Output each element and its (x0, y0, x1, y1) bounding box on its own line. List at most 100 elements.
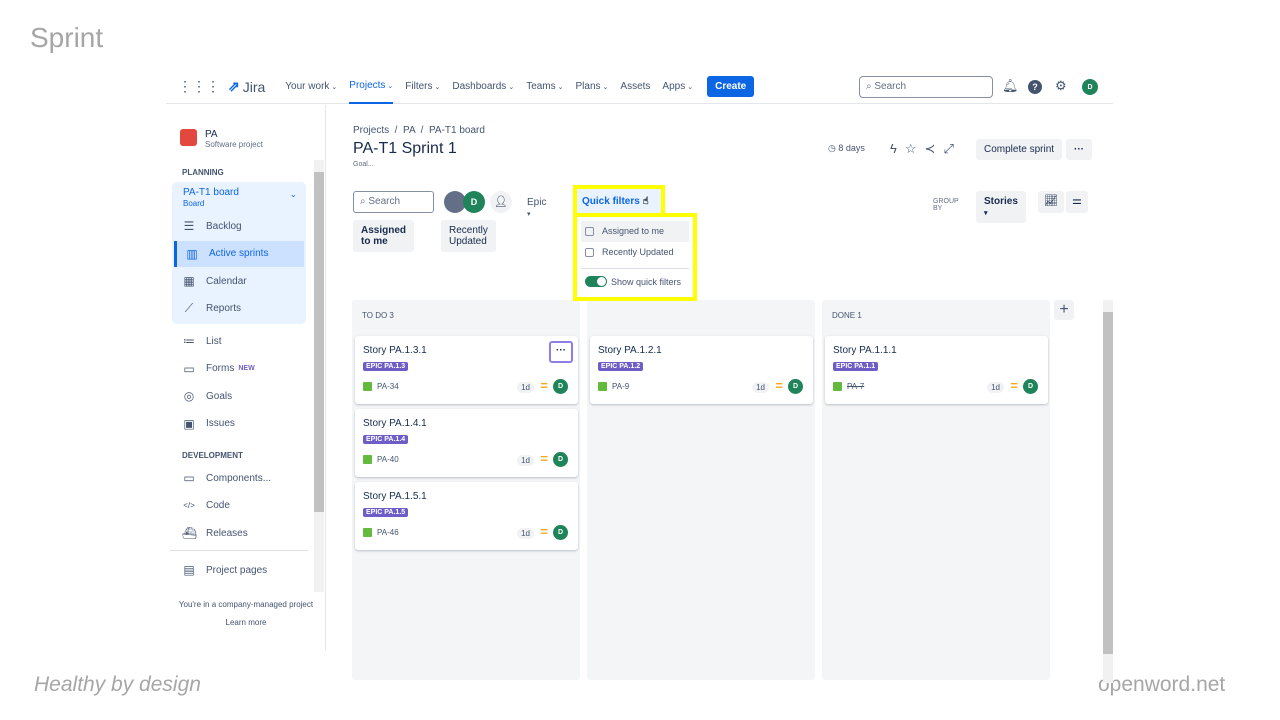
jira-logo[interactable]: ⇗ Jira (228, 78, 265, 95)
issue-card[interactable]: Story PA.1.3.1 EPIC PA.1.3 PA-34 1d = D ··· (355, 336, 578, 404)
issue-card[interactable]: Story PA.1.1.1 EPIC PA.1.1 PA-7 1d = D (825, 336, 1048, 404)
add-people-icon[interactable]: 👤︎ (490, 191, 512, 213)
sidebar-item-list[interactable]: ≔ List (174, 328, 304, 354)
sidebar-item-goals[interactable]: ◎ Goals (174, 383, 304, 409)
sidebar-item-releases[interactable]: ⛴ Releases (174, 520, 304, 546)
planning-heading: PLANNING (182, 168, 224, 177)
divider (170, 550, 308, 551)
notifications-icon[interactable]: 🔔︎ (1002, 78, 1019, 94)
add-column-button[interactable]: + (1054, 300, 1074, 320)
estimate-badge: 1d (987, 382, 1004, 393)
nav-your-work[interactable]: Your work ⌄ (285, 70, 337, 104)
company-managed-note: You're in a company-managed project (178, 600, 314, 609)
issue-key[interactable]: PA-40 (377, 455, 399, 464)
fullscreen-icon[interactable]: ⤢ (943, 141, 953, 157)
sidebar-item-issues[interactable]: ▣ Issues (174, 411, 304, 437)
board-search-input[interactable]: ⌕ Search (353, 191, 434, 213)
nav-projects[interactable]: Projects ⌄ (349, 70, 394, 104)
create-button[interactable]: Create (707, 76, 755, 97)
help-icon[interactable]: ? (1028, 80, 1042, 94)
dropdown-option-assigned-to-me[interactable]: Assigned to me (581, 221, 689, 242)
estimate-badge: 1d (752, 382, 769, 393)
issue-card[interactable]: Story PA.1.5.1 EPIC PA.1.5 PA-46 1d = D (355, 482, 578, 550)
assignee-avatar[interactable]: D (553, 525, 568, 540)
assignee-avatar[interactable]: D (553, 452, 568, 467)
chevron-down-icon: ⌄ (331, 83, 338, 91)
toggle-switch[interactable] (585, 276, 607, 287)
chip-recently-updated[interactable]: Recently Updated (441, 220, 496, 252)
board-scrollbar[interactable] (1103, 300, 1113, 683)
issue-key[interactable]: PA-7 (847, 382, 864, 391)
chevron-down-icon: ⌄ (508, 83, 515, 91)
sidebar-item-components[interactable]: ▭ Components... (174, 465, 304, 491)
breadcrumb: Projects / PA / PA-T1 board (353, 125, 485, 136)
assignee-avatar[interactable]: D (788, 379, 803, 394)
automation-icon[interactable]: ϟ (890, 141, 897, 157)
learn-more-link[interactable]: Learn more (166, 618, 326, 627)
user-filter-avatar[interactable]: D (463, 191, 485, 213)
chevron-down-icon[interactable]: ⌄ (290, 190, 297, 199)
card-more-button[interactable]: ··· (549, 341, 573, 363)
star-icon[interactable]: ☆ (905, 141, 917, 157)
show-quick-filters-toggle[interactable]: Show quick filters (585, 276, 681, 287)
priority-medium-icon: = (540, 451, 548, 466)
sidebar-item-code[interactable]: </> Code (174, 493, 304, 519)
sidebar-item-active-sprints[interactable]: ▥ Active sprints (174, 240, 304, 267)
more-actions-button[interactable]: ··· (1066, 139, 1092, 160)
sidebar-item-calendar[interactable]: ▦ Calendar (174, 268, 304, 294)
sidebar-item-project-pages[interactable]: ▤ Project pages (174, 557, 304, 583)
sidebar-scrollbar[interactable] (314, 160, 324, 592)
priority-medium-icon: = (1010, 378, 1018, 393)
nav-teams[interactable]: Teams ⌄ (526, 70, 563, 104)
page-icon: ▤ (183, 563, 195, 577)
assignee-avatar[interactable]: D (553, 379, 568, 394)
nav-assets[interactable]: Assets (620, 70, 650, 104)
global-search-input[interactable]: ⌕ Search (859, 76, 993, 98)
sidebar-item-backlog[interactable]: ☰ Backlog (174, 213, 304, 239)
project-name[interactable]: PA (205, 129, 218, 140)
chip-assigned-to-me[interactable]: Assigned to me (353, 220, 415, 252)
epic-filter-dropdown[interactable]: Epic ▾ (527, 197, 546, 219)
breadcrumb-board[interactable]: PA-T1 board (429, 125, 485, 136)
issue-card[interactable]: Story PA.1.2.1 EPIC PA.1.2 PA-9 1d = D (590, 336, 813, 404)
reports-icon: ⟋ (184, 301, 194, 315)
clock-icon: ◷ (828, 143, 836, 153)
board-column: DONE 1 Story PA.1.1.1 EPIC PA.1.1 PA-7 1d = D (822, 300, 1050, 680)
epic-badge: EPIC PA.1.2 (598, 362, 644, 371)
chevron-down-icon: ⌄ (557, 83, 564, 91)
dropdown-option-recently-updated[interactable]: Recently Updated (581, 242, 689, 263)
checkbox[interactable] (585, 227, 594, 237)
nav-apps[interactable]: Apps ⌄ (662, 70, 693, 104)
complete-sprint-button[interactable]: Complete sprint (976, 139, 1063, 160)
nav-plans[interactable]: Plans ⌄ (576, 70, 609, 104)
user-avatar[interactable]: D (1082, 79, 1098, 95)
sprint-goal[interactable]: Goal... (353, 161, 374, 168)
sidebar-item-label: Forms (206, 363, 235, 374)
assignee-avatar[interactable]: D (1023, 379, 1038, 394)
board-name[interactable]: PA-T1 board (183, 187, 239, 198)
insights-icon[interactable]: 📈︎ (1038, 191, 1064, 213)
nav-filters[interactable]: Filters ⌄ (405, 70, 440, 104)
top-nav: ⋮⋮⋮ ⇗ Jira Your work ⌄ Projects ⌄ Filters ⌄ Das… (166, 70, 1113, 104)
group-by-dropdown[interactable]: Stories ▾ (976, 191, 1026, 223)
sidebar-item-label: Active sprints (209, 248, 269, 259)
breadcrumb-pa[interactable]: PA (403, 125, 415, 136)
sidebar-item-forms[interactable]: ▭ Forms NEW (174, 356, 304, 382)
app-switcher-icon[interactable]: ⋮⋮⋮ (178, 78, 220, 95)
slide-title: Sprint (30, 22, 104, 53)
share-icon[interactable]: ≺ (925, 141, 936, 157)
issue-key[interactable]: PA-9 (612, 382, 629, 391)
nav-dashboards[interactable]: Dashboards ⌄ (452, 70, 514, 104)
sidebar-item-label: Issues (206, 418, 235, 429)
issue-key[interactable]: PA-34 (377, 382, 399, 391)
board-column: TO DO 3 Story PA.1.3.1 EPIC PA.1.3 PA-34 1d =… (352, 300, 580, 680)
sidebar-item-label: List (206, 335, 222, 347)
issue-card[interactable]: Story PA.1.4.1 EPIC PA.1.4 PA-40 1d = D (355, 409, 578, 477)
issue-key[interactable]: PA-46 (377, 528, 399, 537)
settings-icon[interactable]: ⚙ (1055, 78, 1067, 94)
breadcrumb-projects[interactable]: Projects (353, 125, 389, 136)
checkbox[interactable] (585, 248, 594, 258)
view-settings-icon[interactable]: ⚌ (1066, 191, 1088, 213)
epic-badge: EPIC PA.1.1 (833, 362, 879, 371)
sidebar-item-reports[interactable]: ⟋ Reports (174, 296, 304, 322)
